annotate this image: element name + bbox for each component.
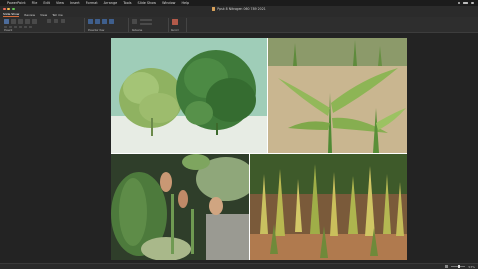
setup-show-icon[interactable] (32, 19, 37, 24)
play-current-icon[interactable] (11, 19, 16, 24)
ribbon-group-label: Presenter View (88, 29, 105, 32)
small-tool-icon[interactable] (14, 26, 17, 28)
menu-item[interactable]: Insert (70, 1, 80, 5)
menu-item[interactable]: Slide Show (138, 1, 157, 5)
record-icon[interactable] (172, 19, 178, 25)
animation-icon[interactable] (54, 19, 58, 23)
status-tray (457, 1, 474, 5)
transition-icon[interactable] (47, 19, 51, 23)
ribbon-group-presenter-view: Presenter View (86, 18, 126, 32)
window-title: Ppsk 8 Nitrogen 060 789 2021 (217, 7, 266, 11)
ribbon-group-rehearse: Rehearse (130, 18, 166, 32)
corn-seedlings-photo[interactable] (268, 38, 407, 153)
menu-item[interactable]: Edit (43, 1, 50, 5)
tomato-plants-photo[interactable] (111, 38, 267, 153)
wifi-icon[interactable] (457, 1, 461, 5)
ribbon-divider (186, 18, 187, 32)
zoom-window-icon[interactable] (11, 7, 15, 11)
battery-icon[interactable] (463, 1, 469, 5)
small-tool-icon[interactable] (24, 26, 27, 28)
menu-item[interactable]: Format (86, 1, 98, 5)
window-controls (3, 7, 15, 11)
rehearse-timer-icon[interactable] (132, 19, 137, 24)
zoom-level[interactable]: 53% (468, 265, 475, 269)
zoom-controls: 53% (445, 265, 475, 269)
menu-item[interactable]: Help (181, 1, 189, 5)
presenter-icon[interactable] (18, 19, 23, 24)
ribbon-group-present: Present (2, 18, 82, 32)
tab-review[interactable]: Review (24, 13, 35, 17)
ribbon-group-label: Rehearse (132, 29, 143, 32)
app-menu: PowerPoint File Edit View Insert Format … (7, 1, 189, 5)
menu-item[interactable]: Tools (123, 1, 131, 5)
yellow-corn-field-photo[interactable] (250, 154, 407, 260)
slide[interactable] (111, 38, 407, 260)
image-icon (111, 154, 249, 260)
tab-tell-me[interactable]: Tell me (52, 13, 63, 17)
ribbon-group-record: Record (170, 18, 184, 32)
menu-item[interactable]: File (32, 1, 38, 5)
small-tool-icon[interactable] (9, 26, 12, 28)
monitor-icon[interactable] (95, 19, 100, 24)
custom-show-icon[interactable] (25, 19, 30, 24)
ribbon-divider (84, 18, 85, 32)
ribbon-group-label: Record (171, 29, 179, 32)
ribbon-toolbar: Present Presenter View Rehearse Record (0, 17, 478, 33)
image-icon (111, 38, 267, 153)
slide-icon[interactable] (109, 19, 114, 24)
ribbon-divider (128, 18, 129, 32)
menu-item[interactable]: View (56, 1, 64, 5)
small-tool-icon[interactable] (19, 26, 22, 28)
menu-item[interactable]: PowerPoint (7, 1, 26, 5)
wilted-leaves-photo[interactable] (111, 154, 249, 260)
small-tool-icon[interactable] (29, 26, 32, 28)
zoom-slider[interactable] (451, 265, 466, 268)
control-center-icon[interactable] (471, 1, 474, 5)
presenter-view-icon[interactable] (88, 19, 93, 24)
minimize-window-icon[interactable] (7, 7, 11, 11)
menu-item[interactable]: Arrange (104, 1, 118, 5)
status-bar: 53% (0, 263, 478, 269)
ribbon-group-label: Present (4, 29, 13, 32)
small-tool-icon[interactable] (4, 26, 7, 28)
normal-view-icon[interactable] (445, 265, 449, 268)
checkbox-option-icon[interactable] (140, 19, 152, 21)
display-settings-icon[interactable] (102, 19, 107, 24)
zoom-slider-knob[interactable] (458, 265, 460, 268)
play-from-start-icon[interactable] (4, 19, 9, 24)
timing-icon[interactable] (61, 19, 65, 23)
close-window-icon[interactable] (3, 7, 6, 11)
image-icon (268, 38, 407, 153)
ribbon-divider (168, 18, 169, 32)
tab-view[interactable]: View (40, 13, 47, 17)
powerpoint-window: PowerPoint File Edit View Insert Format … (0, 0, 478, 269)
image-icon (250, 154, 407, 260)
menu-item[interactable]: Window (162, 1, 175, 5)
document-icon (212, 7, 216, 11)
checkbox-option-icon[interactable] (140, 23, 152, 25)
